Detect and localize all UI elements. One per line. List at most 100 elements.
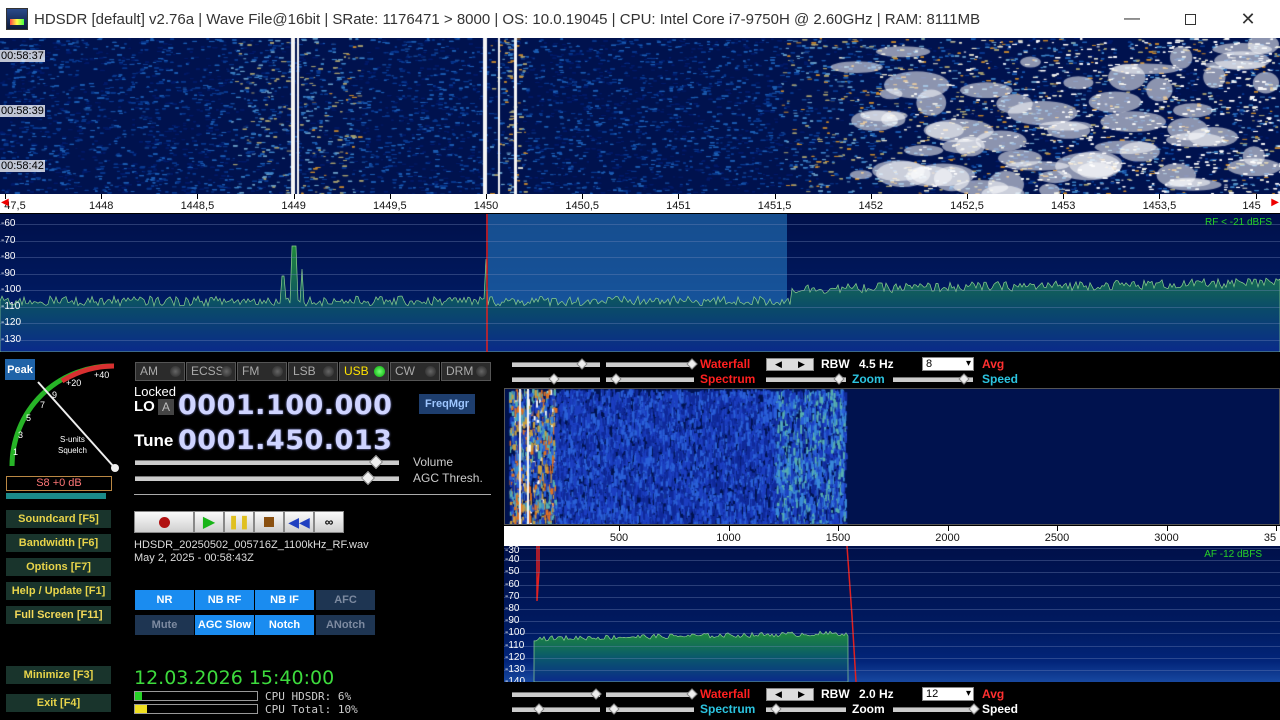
af-waterfall-slider-2[interactable] <box>606 692 694 697</box>
slider-thumb[interactable] <box>576 358 588 370</box>
minimize-window-button[interactable]: — <box>1103 0 1161 38</box>
slider-thumb[interactable] <box>968 703 980 715</box>
grid-line <box>0 257 1280 258</box>
mode-button-am[interactable]: AM <box>135 362 185 381</box>
minimize-button[interactable]: Minimize [F3] <box>6 666 111 684</box>
soundcard-button[interactable]: Soundcard [F5] <box>6 510 111 528</box>
loop-button[interactable]: ∞ <box>314 511 344 533</box>
rf-frequency-scale[interactable]: 47,5 1448 1448,5 1449 1449,5 1450 1450,5 1451 14… <box>0 194 1280 214</box>
lo-frequency-display[interactable]: 0001.100.000 <box>178 390 392 421</box>
scroll-right-icon[interactable]: ▶ <box>1271 197 1279 208</box>
af-rbw-stepper[interactable]: ◀ ▶ <box>766 688 814 701</box>
squelch-bar[interactable] <box>6 493 106 499</box>
tune-label: Tune <box>134 431 174 450</box>
af-db-scale-label: -40 <box>505 554 520 566</box>
mode-button-cw[interactable]: CW <box>390 362 440 381</box>
scale-tick <box>947 526 949 531</box>
volume-slider[interactable] <box>135 460 399 465</box>
af-filter-low-edge[interactable] <box>536 546 540 602</box>
scale-tick <box>728 526 730 531</box>
af-spectrum-slider-1[interactable] <box>512 707 600 712</box>
mode-button-usb[interactable]: USB <box>339 362 389 381</box>
arrow-right-icon[interactable]: ▶ <box>798 689 805 700</box>
slider-thumb[interactable] <box>686 358 698 370</box>
mode-button-fm[interactable]: FM <box>237 362 287 381</box>
arrow-left-icon[interactable]: ◀ <box>775 689 782 700</box>
nb-rf-button[interactable]: NB RF <box>195 590 254 610</box>
rf-waterfall[interactable]: 00:58:37 00:58:39 00:58:42 <box>0 38 1280 194</box>
record-button[interactable] <box>134 511 194 533</box>
slider-thumb[interactable] <box>686 688 698 700</box>
exit-button[interactable]: Exit [F4] <box>6 694 111 712</box>
lo-label: LO <box>134 398 155 415</box>
mode-button-ecss[interactable]: ECSS <box>186 362 236 381</box>
af-frequency-scale[interactable]: 500 1000 1500 2000 2500 3000 35 <box>504 526 1280 546</box>
af-avg-select[interactable]: 12 <box>922 687 974 701</box>
freqmgr-button[interactable]: FreqMgr <box>419 394 475 414</box>
mute-button[interactable]: Mute <box>135 615 194 635</box>
af-rbw-value: 2.0 Hz <box>859 687 894 701</box>
slider-thumb[interactable] <box>590 688 602 700</box>
scroll-left-icon[interactable]: ◀ <box>1 197 9 208</box>
full-screen-button[interactable]: Full Screen [F11] <box>6 606 111 624</box>
rf-avg-select[interactable]: 8 <box>922 357 974 371</box>
speed-label: Speed <box>982 372 1019 386</box>
tune-frequency-display[interactable]: 0001.450.013 <box>178 425 392 456</box>
slider-thumb[interactable] <box>833 373 845 385</box>
peak-button[interactable]: Peak <box>5 359 35 380</box>
mode-label: ECSS <box>191 364 224 378</box>
mode-button-lsb[interactable]: LSB <box>288 362 338 381</box>
s-meter-readout: S8 +0 dB <box>6 476 112 491</box>
slider-thumb[interactable] <box>608 703 620 715</box>
nr-button[interactable]: NR <box>135 590 194 610</box>
options-button[interactable]: Options [F7] <box>6 558 111 576</box>
play-button[interactable]: ▶ <box>194 511 224 533</box>
lo-a-button[interactable]: A <box>158 399 174 415</box>
slider-thumb[interactable] <box>958 373 970 385</box>
volume-slider-thumb[interactable] <box>368 454 384 470</box>
mode-led-icon <box>170 366 181 377</box>
stop-button[interactable] <box>254 511 284 533</box>
af-spectrum[interactable]: -30 -40 -50 -60 -70 -80 -90 -100 -110 -120 -130 -14… <box>504 546 1280 682</box>
s-meter-scale-label: +20 <box>66 378 81 388</box>
rf-rbw-stepper[interactable]: ◀ ▶ <box>766 358 814 371</box>
scale-tick <box>293 194 295 199</box>
maximize-window-button[interactable] <box>1161 0 1219 38</box>
waterfall-time-label: 00:58:39 <box>0 105 45 117</box>
agc-slow-button[interactable]: AGC Slow <box>195 615 254 635</box>
nb-if-button[interactable]: NB IF <box>255 590 314 610</box>
pause-button[interactable]: ❚❚ <box>224 511 254 533</box>
grid-line <box>504 548 1280 549</box>
arrow-left-icon[interactable]: ◀ <box>775 359 782 370</box>
af-speed-slider[interactable] <box>893 707 973 712</box>
slider-thumb[interactable] <box>533 703 545 715</box>
mode-button-drm[interactable]: DRM <box>441 362 491 381</box>
af-waterfall[interactable] <box>504 388 1280 525</box>
grid-line <box>0 224 1280 225</box>
rf-spectrum[interactable]: -60 -70 -80 -90 -100 -110 -120 -130 RF < -21 dB… <box>0 214 1280 352</box>
mode-label: AM <box>140 364 158 378</box>
rewind-button[interactable]: ◀◀ <box>284 511 314 533</box>
grid-line <box>504 657 1280 659</box>
mode-led-icon <box>374 366 385 377</box>
agc-threshold-slider-thumb[interactable] <box>360 470 376 486</box>
waterfall-time-label: 00:58:42 <box>0 160 45 172</box>
close-window-button[interactable]: ✕ <box>1219 0 1277 38</box>
slider-thumb[interactable] <box>770 703 782 715</box>
slider-thumb[interactable] <box>610 373 622 385</box>
avg-label: Avg <box>982 357 1005 371</box>
agc-threshold-slider[interactable] <box>135 476 399 481</box>
bandwidth-button[interactable]: Bandwidth [F6] <box>6 534 111 552</box>
notch-button[interactable]: Notch <box>255 615 314 635</box>
help-update-button[interactable]: Help / Update [F1] <box>6 582 111 600</box>
af-waterfall-slider-1[interactable] <box>512 692 600 697</box>
anotch-button[interactable]: ANotch <box>316 615 375 635</box>
slider-thumb[interactable] <box>548 373 560 385</box>
af-zoom-label: Zoom <box>852 702 885 716</box>
frequency-tick-label: 1451,5 <box>757 200 792 212</box>
db-scale-label: -110 <box>1 300 21 312</box>
rf-waterfall-slider-2[interactable] <box>606 362 694 367</box>
afc-button[interactable]: AFC <box>316 590 375 610</box>
scale-tick <box>197 194 199 199</box>
arrow-right-icon[interactable]: ▶ <box>798 359 805 370</box>
